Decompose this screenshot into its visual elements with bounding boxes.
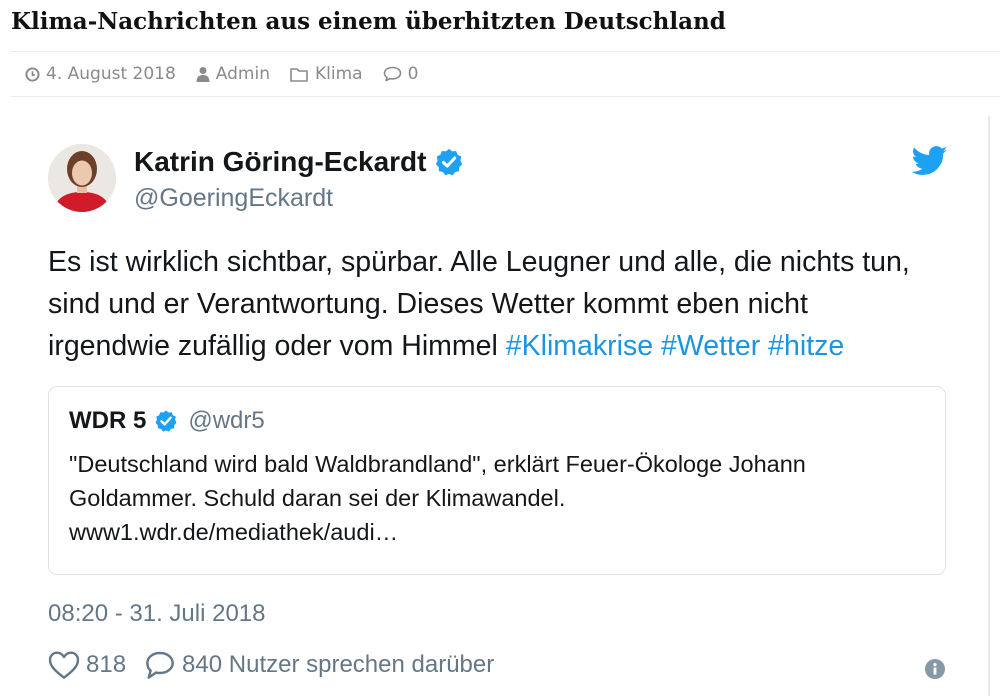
clock-icon: [25, 66, 40, 82]
like-count: 818: [86, 651, 127, 678]
quoted-tweet-handle: @wdr5: [188, 407, 265, 434]
quoted-tweet-header: WDR 5 @wdr5: [69, 407, 265, 435]
tweet-author-handle[interactable]: @GoeringEckardt: [134, 184, 333, 213]
embedded-tweet: Katrin Göring-Eckardt @GoeringEckardt Es…: [12, 116, 990, 696]
reply-icon: [146, 651, 174, 679]
quoted-tweet-line: "Deutschland wird bald Waldbrandland", e…: [69, 451, 806, 477]
tweet-actions: 818 840 Nutzer sprechen darüber: [48, 650, 512, 680]
replies-text: 840 Nutzer sprechen darüber: [182, 651, 495, 678]
post-author-text: Admin: [215, 64, 270, 84]
tweet-timestamp[interactable]: 08:20 - 31. Juli 2018: [48, 600, 266, 628]
info-icon[interactable]: [924, 658, 946, 685]
quoted-tweet-card[interactable]: WDR 5 @wdr5 "Deutschland wird bald Waldb…: [48, 386, 946, 575]
avatar[interactable]: [48, 144, 116, 212]
verified-badge-icon: [155, 410, 177, 432]
tweet-author-name-text: Katrin Göring-Eckardt: [134, 146, 427, 177]
post-comments-count: 0: [407, 64, 419, 84]
tweet-text: Es ist wirklich sichtbar, spürbar. Alle …: [48, 241, 928, 367]
hashtag-wetter[interactable]: #Wetter: [661, 330, 760, 362]
verified-badge-icon: [436, 148, 463, 176]
post-comments[interactable]: 0: [383, 64, 419, 84]
quoted-tweet-link[interactable]: www1.wdr.de/mediathek/audi…: [69, 515, 929, 549]
tweet-author-name[interactable]: Katrin Göring-Eckardt: [134, 146, 464, 178]
post-meta-bar: 4. August 2018 Admin Klima 0: [11, 51, 1000, 97]
quoted-tweet-text: "Deutschland wird bald Waldbrandland", e…: [69, 447, 929, 549]
folder-icon: [290, 67, 308, 82]
hashtag-klimakrise[interactable]: #Klimakrise: [506, 330, 653, 362]
quoted-tweet-author-name: WDR 5: [69, 407, 147, 434]
comment-icon: [383, 66, 401, 82]
post-date[interactable]: 4. August 2018: [25, 64, 176, 84]
post-category-text: Klima: [314, 64, 363, 84]
post-title: Klima-Nachrichten aus einem überhitzten …: [11, 8, 726, 35]
user-icon: [196, 67, 210, 82]
like-button[interactable]: 818: [48, 650, 126, 680]
quoted-tweet-line: Goldammer. Schuld daran sei der Klimawan…: [69, 485, 566, 511]
heart-icon: [48, 651, 80, 679]
twitter-bird-icon[interactable]: [911, 146, 948, 181]
hashtag-hitze[interactable]: #hitze: [768, 330, 844, 362]
post-category[interactable]: Klima: [290, 64, 363, 84]
post-author[interactable]: Admin: [196, 64, 270, 84]
reply-button[interactable]: 840 Nutzer sprechen darüber: [144, 650, 494, 680]
post-date-text: 4. August 2018: [46, 64, 176, 84]
